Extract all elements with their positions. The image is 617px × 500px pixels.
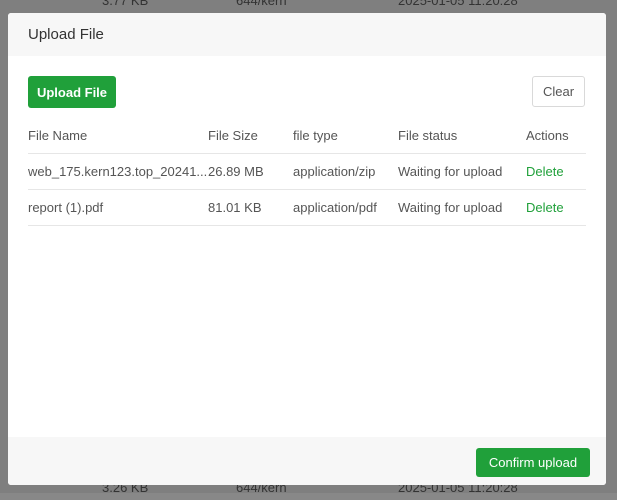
file-name: report (1).pdf [28, 189, 208, 226]
file-size: 26.89 MB [208, 153, 293, 190]
column-header-file-status: File status [398, 118, 526, 154]
clear-button[interactable]: Clear [532, 76, 585, 107]
delete-link[interactable]: Delete [526, 200, 564, 215]
dialog-footer: Confirm upload [8, 437, 606, 485]
file-status: Waiting for upload [398, 153, 526, 190]
file-type: application/pdf [293, 189, 398, 226]
confirm-upload-button[interactable]: Confirm upload [476, 448, 590, 477]
upload-file-table: File Name File Size file type File statu… [28, 118, 586, 226]
action-cell: Delete [526, 189, 586, 226]
table-header-row: File Name File Size file type File statu… [28, 118, 586, 154]
column-header-file-size: File Size [208, 118, 293, 154]
action-cell: Delete [526, 153, 586, 190]
table-row: report (1).pdf 81.01 KB application/pdf … [28, 189, 586, 226]
dialog-title: Upload File [28, 26, 104, 43]
file-name: web_175.kern123.top_20241... [28, 153, 208, 190]
dialog-header: Upload File [8, 13, 606, 56]
upload-file-button[interactable]: Upload File [28, 76, 116, 108]
upload-file-dialog: Upload File Upload File Clear File Name … [8, 13, 606, 485]
column-header-file-type: file type [293, 118, 398, 154]
file-type: application/zip [293, 153, 398, 190]
column-header-file-name: File Name [28, 118, 208, 154]
table-row: web_175.kern123.top_20241... 26.89 MB ap… [28, 153, 586, 190]
file-status: Waiting for upload [398, 189, 526, 226]
delete-link[interactable]: Delete [526, 164, 564, 179]
file-size: 81.01 KB [208, 189, 293, 226]
column-header-actions: Actions [526, 118, 586, 154]
